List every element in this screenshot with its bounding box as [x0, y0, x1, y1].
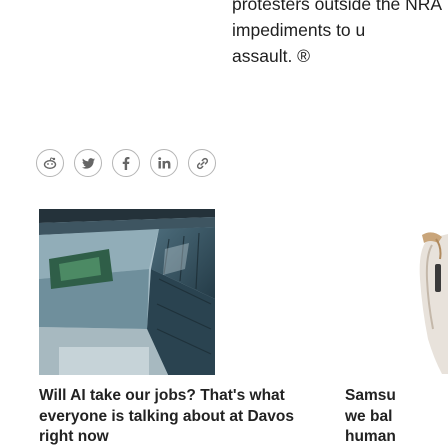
article-page: protesters outside the NRA impediments t… [0, 0, 448, 448]
share-bar [36, 148, 226, 178]
body-line-3: assault. ® [232, 46, 311, 66]
title-line-2: we bal [345, 407, 393, 425]
title-line-1: Will AI take our jobs? That's what [39, 387, 285, 404]
share-link-button[interactable] [188, 149, 216, 177]
facebook-icon [122, 156, 130, 170]
linkedin-icon [157, 157, 170, 169]
second-article-card-title[interactable]: Samsu we bal human [345, 386, 448, 448]
share-reddit-button[interactable] [36, 149, 64, 177]
office-building-photo [39, 209, 215, 377]
article-body-text: protesters outside the NRA impediments t… [232, 0, 448, 69]
title-line-2: everyone is talking about at Davos [39, 407, 294, 425]
share-twitter-button[interactable] [74, 149, 102, 177]
title-line-3: human [345, 428, 396, 445]
share-linkedin-button[interactable] [150, 149, 178, 177]
twitter-icon [81, 157, 95, 169]
article-card-title[interactable]: Will AI take our jobs? That's what every… [39, 386, 294, 448]
body-line-2: impediments to u [232, 20, 366, 40]
secondary-article-image[interactable] [236, 209, 448, 377]
title-line-3: right now [39, 428, 109, 445]
share-facebook-button[interactable] [112, 149, 140, 177]
body-line-1: protesters outside the NRA [232, 0, 443, 14]
link-icon [196, 157, 208, 169]
reddit-icon [43, 157, 57, 169]
article-thumbnail-image[interactable] [39, 209, 215, 377]
title-line-1: Samsu [345, 387, 396, 404]
robot-figures-photo [236, 209, 448, 377]
